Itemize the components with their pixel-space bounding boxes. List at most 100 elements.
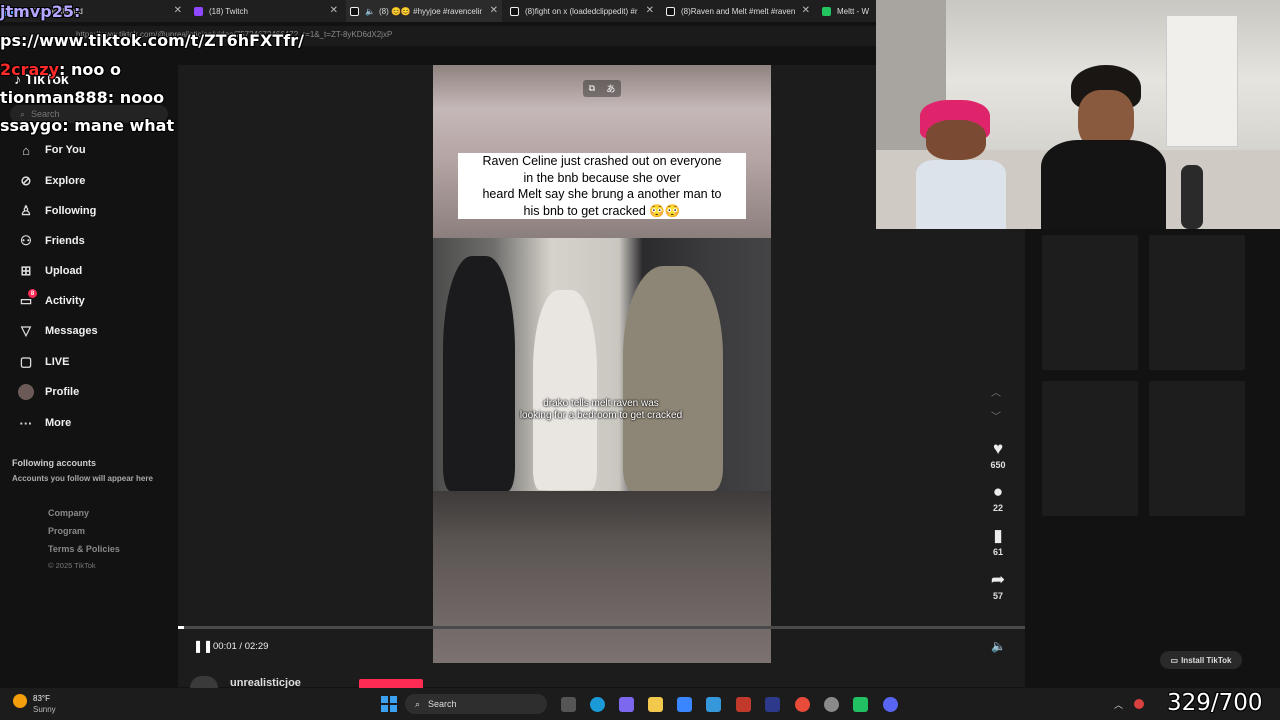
windows-taskbar [0,688,1280,720]
sidebar-item-profile[interactable]: Profile [18,384,79,400]
chat-text: nooo [119,88,165,107]
suggested-video-placeholder[interactable] [1149,235,1245,370]
copilot-icon[interactable] [619,697,634,712]
sidebar-item-live[interactable]: ▢ LIVE [18,354,70,370]
install-tiktok-button[interactable]: ▭ Install TikTok [1160,651,1242,669]
sidebar-item-friends[interactable]: ⚇ Friends [18,233,85,249]
picture-in-picture-icon[interactable]: ⧉ [589,83,595,94]
like-button[interactable]: ♥ 650 [984,439,1012,471]
app-icon[interactable] [853,697,868,712]
footer-link-company[interactable]: Company [48,508,89,518]
activity-badge: 8 [28,289,37,298]
tray-app-icon[interactable] [1134,699,1144,709]
footer-link-terms[interactable]: Terms & Policies [48,544,120,554]
close-tab-icon[interactable]: ✕ [490,5,498,16]
comment-count: 22 [992,503,1003,513]
person-icon: ♙ [20,203,32,218]
app-icon[interactable] [736,697,751,712]
video-overlay-controls[interactable]: ⧉ あ [583,80,621,97]
close-tab-icon[interactable]: ✕ [646,5,654,16]
follow-button[interactable] [359,679,423,688]
sidebar-item-for-you[interactable]: ⌂ For You [18,142,85,158]
windows-start-icon[interactable] [381,696,397,712]
sidebar-item-label: Upload [45,265,83,277]
pause-icon[interactable]: ❚❚ [193,639,213,653]
app-icon[interactable] [824,697,839,712]
footer-copyright: © 2025 TikTok [48,561,96,570]
file-explorer-icon[interactable] [648,697,663,712]
twitch-icon [194,6,203,16]
person-figure [533,290,597,490]
search-icon: ⌕ [415,698,421,709]
next-video-icon[interactable]: ﹀ [991,408,1001,423]
comment-button[interactable]: ● 22 [984,483,1012,514]
close-tab-icon[interactable]: ✕ [174,5,182,16]
video-progress-bar[interactable] [178,626,1025,629]
dots-icon: ··· [19,415,33,431]
close-tab-icon[interactable]: ✕ [802,5,810,16]
home-icon: ⌂ [22,142,30,158]
chat-message: 2crazy: noo o [0,60,121,79]
browser-tab[interactable]: (18) Twitch ✕ [190,0,342,22]
tv-icon: ▢ [19,354,33,369]
browser-tab[interactable]: (8)fight on x (loadedclippedit) #r ✕ [506,0,658,22]
browser-tab-active[interactable]: 🔈 (8) 😊😊 #hyyjoe #ravencelir ✕ [346,0,502,22]
store-icon[interactable] [677,697,692,712]
door [1166,15,1238,147]
browser-tab[interactable]: Meltt - W [818,0,878,22]
task-view-icon[interactable] [561,697,576,712]
tab-label: (18) Twitch [209,6,248,16]
footer-link-program[interactable]: Program [48,526,85,536]
volume-icon[interactable]: 🔈 [991,639,1006,653]
tray-chevron-icon[interactable]: ︿ [1114,698,1123,711]
sidebar-item-more[interactable]: ··· More [18,415,72,431]
previous-video-icon[interactable]: ︿ [991,384,1001,399]
app-icon[interactable] [706,697,721,712]
weather-icon[interactable] [13,694,27,708]
chat-text: noo o [71,60,121,79]
monitor-icon: ▭ [1170,655,1179,665]
translate-icon[interactable]: あ [606,82,615,95]
author-name[interactable]: unrealisticjoe [230,677,301,688]
chrome-icon[interactable] [795,697,810,712]
suggested-video-placeholder[interactable] [1149,381,1245,516]
app-icon[interactable] [765,697,780,712]
close-tab-icon[interactable]: ✕ [330,5,338,16]
suggested-video-placeholder[interactable] [1042,381,1138,516]
chat-username: ssaygo [0,116,63,135]
chat-message: tionman888: nooo [0,88,165,107]
following-accounts-sub: Accounts you follow will appear here [12,474,153,483]
video-bottom-blur [433,491,771,663]
chat-text: mane what [74,116,175,135]
video-progress-fill [178,626,184,629]
microphone-icon [1181,165,1203,229]
sidebar-item-messages[interactable]: ▽ Messages [18,323,98,339]
caption-line: in the bnb because she over [458,169,746,186]
bookmark-button[interactable]: ▮ 61 [984,527,1012,558]
kick-icon [822,6,831,16]
share-button[interactable]: ➦ 57 [984,571,1012,602]
chat-username: 2crazy [0,60,60,79]
sidebar-item-explore[interactable]: ⊘ Explore [18,173,86,189]
edge-icon[interactable] [590,697,605,712]
sidebar-item-label: Activity [45,295,85,307]
discord-icon[interactable] [883,697,898,712]
video-caption: Raven Celine just crashed out on everyon… [458,153,746,219]
taskbar-search[interactable]: ⌕ Search [405,694,547,714]
speaker-icon[interactable]: 🔈 [365,7,375,16]
browser-tab[interactable]: (8)Raven and Melt #melt #raven ✕ [662,0,814,22]
sidebar-item-following[interactable]: ♙ Following [18,203,96,219]
face [926,120,986,160]
avatar-icon [18,384,34,400]
weather-temp: 83°F [33,694,50,703]
sidebar-item-activity[interactable]: ▭ 8 Activity [18,289,85,309]
suggested-video-placeholder[interactable] [1042,235,1138,370]
sidebar-item-label: Profile [45,386,80,398]
sidebar-item-upload[interactable]: ⊞ Upload [18,263,83,279]
tiktok-icon [510,6,519,16]
tab-label: (8) 😊😊 #hyyjoe #ravencelir [378,6,483,16]
tiktok-icon [350,6,359,16]
tab-label: (8)fight on x (loadedclippedit) #r [525,6,638,16]
heart-icon: ♥ [992,439,1004,458]
chat-username: tionman888 [0,88,108,107]
